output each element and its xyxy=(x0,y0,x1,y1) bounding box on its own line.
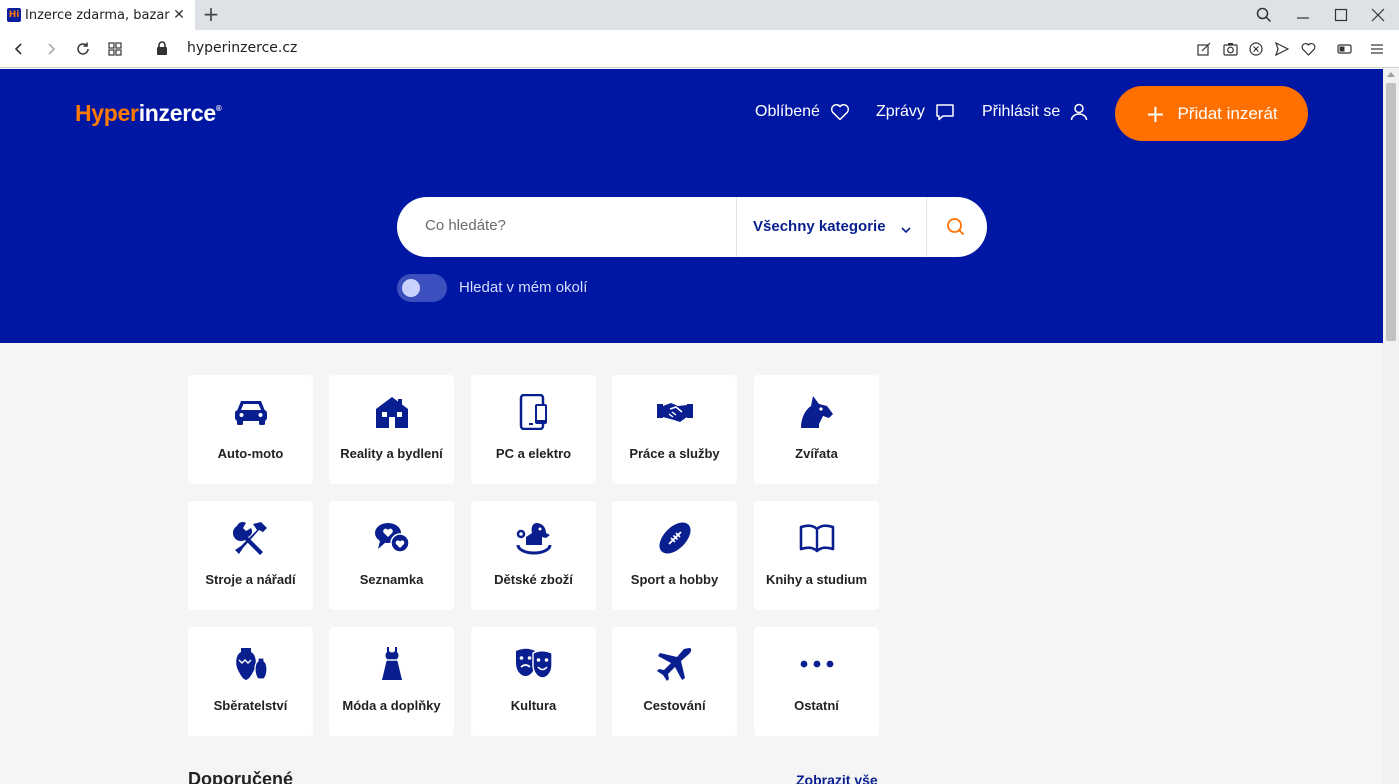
section-title: Doporučené xyxy=(188,769,294,784)
adblock-icon[interactable] xyxy=(1247,40,1265,58)
page-scrollbar[interactable] xyxy=(1383,69,1399,784)
search-divider xyxy=(926,197,927,257)
reload-icon[interactable] xyxy=(73,39,93,59)
category-tile-prace-sluzby[interactable]: Práce a služby xyxy=(612,375,737,484)
category-label: Sport a hobby xyxy=(630,572,719,587)
category-tile-stroje-naradi[interactable]: Stroje a nářadí xyxy=(188,501,313,610)
category-label: Dětské zboží xyxy=(494,572,573,587)
category-tile-ostatni[interactable]: Ostatní xyxy=(754,627,879,736)
category-label: Cestování xyxy=(643,698,706,713)
browser-tab-bar: Hi Inzerce zdarma, bazar, inzeráty ✕ + xyxy=(0,0,1399,30)
car-icon xyxy=(231,394,271,430)
football-icon xyxy=(655,520,695,556)
minimize-window-icon[interactable] xyxy=(1292,4,1314,26)
favorites-link[interactable]: Oblíbené xyxy=(755,103,850,121)
scroll-thumb[interactable] xyxy=(1386,83,1396,341)
category-tile-kultura[interactable]: Kultura xyxy=(471,627,596,736)
plus-icon: + xyxy=(1145,99,1166,128)
category-label: Móda a doplňky xyxy=(342,698,441,713)
tools-icon xyxy=(231,520,271,556)
new-tab-icon[interactable]: + xyxy=(202,4,220,24)
vases-icon xyxy=(231,646,271,682)
browser-address-bar: hyperinzerce.cz xyxy=(0,30,1399,68)
tablet-icon xyxy=(514,394,554,430)
toggle-knob xyxy=(402,279,420,297)
show-all-link[interactable]: Zobrazit vše xyxy=(796,772,878,784)
chat-bubble-icon xyxy=(935,103,955,121)
close-window-icon[interactable] xyxy=(1367,4,1389,26)
category-label: Reality a bydlení xyxy=(340,446,443,461)
rocking-horse-icon xyxy=(514,520,554,556)
category-tile-sport-hobby[interactable]: Sport a hobby xyxy=(612,501,737,610)
tab-close-icon[interactable]: ✕ xyxy=(171,7,187,23)
hearts-chat-icon xyxy=(372,520,412,556)
handshake-icon xyxy=(655,394,695,430)
category-tile-auto-moto[interactable]: Auto-moto xyxy=(188,375,313,484)
forward-icon[interactable] xyxy=(41,39,61,59)
category-tile-seznamka[interactable]: Seznamka xyxy=(329,501,454,610)
category-tile-reality[interactable]: Reality a bydlení xyxy=(329,375,454,484)
category-select[interactable]: Všechny kategorie xyxy=(753,218,886,235)
search-divider xyxy=(736,197,737,257)
search-tabs-icon[interactable] xyxy=(1253,4,1275,26)
house-icon xyxy=(372,394,412,430)
category-label: Práce a služby xyxy=(629,446,720,461)
edit-snap-icon[interactable] xyxy=(1195,40,1213,58)
dress-icon xyxy=(372,646,412,682)
category-tile-pc-elektro[interactable]: PC a elektro xyxy=(471,375,596,484)
site-favicon-icon: Hi xyxy=(7,8,21,22)
back-icon[interactable] xyxy=(9,39,29,59)
book-icon xyxy=(797,520,837,556)
search-bar: Všechny kategorie xyxy=(397,197,987,257)
browser-tab[interactable]: Hi Inzerce zdarma, bazar, inzeráty ✕ xyxy=(0,0,195,30)
nearby-toggle[interactable] xyxy=(397,274,447,302)
page-viewport: Hyperinzerce® Oblíbené Zprávy Přihlásit … xyxy=(0,69,1383,784)
category-label: Sběratelství xyxy=(213,698,288,713)
category-label: Stroje a nářadí xyxy=(205,572,296,587)
category-tile-cestovani[interactable]: Cestování xyxy=(612,627,737,736)
url-field[interactable]: hyperinzerce.cz xyxy=(187,40,297,56)
category-label: Kultura xyxy=(510,698,557,713)
login-label: Přihlásit se xyxy=(982,103,1061,120)
category-tile-knihy-studium[interactable]: Knihy a studium xyxy=(754,501,879,610)
send-icon[interactable] xyxy=(1273,40,1291,58)
dog-icon xyxy=(797,394,837,430)
battery-icon[interactable] xyxy=(1336,40,1354,58)
messages-link[interactable]: Zprávy xyxy=(876,103,955,121)
add-listing-label: Přidat inzerát xyxy=(1177,103,1278,123)
category-label: Seznamka xyxy=(359,572,424,587)
category-label: PC a elektro xyxy=(495,446,572,461)
category-tile-zvirata[interactable]: Zvířata xyxy=(754,375,879,484)
favorites-label: Oblíbené xyxy=(755,103,820,120)
category-tile-sberatelstvi[interactable]: Sběratelství xyxy=(188,627,313,736)
category-label: Zvířata xyxy=(795,446,838,461)
theater-masks-icon xyxy=(514,646,554,682)
tab-title: Inzerce zdarma, bazar, inzeráty xyxy=(25,7,170,23)
category-label: Auto-moto xyxy=(217,446,284,461)
login-link[interactable]: Přihlásit se xyxy=(982,103,1088,121)
category-label: Knihy a studium xyxy=(765,572,868,587)
bookmark-heart-icon[interactable] xyxy=(1299,40,1317,58)
more-dots-icon xyxy=(797,646,837,682)
user-icon xyxy=(1070,103,1088,121)
category-label: Ostatní xyxy=(794,698,839,713)
messages-label: Zprávy xyxy=(876,103,925,120)
category-tile-detske-zbozi[interactable]: Dětské zboží xyxy=(471,501,596,610)
speed-dial-icon[interactable] xyxy=(105,39,125,59)
airplane-icon xyxy=(655,646,695,682)
add-listing-button[interactable]: + Přidat inzerát xyxy=(1115,86,1308,141)
chevron-down-icon[interactable] xyxy=(900,221,912,239)
nearby-toggle-label: Hledat v mém okolí xyxy=(459,279,588,296)
hero-header: Hyperinzerce® Oblíbené Zprávy Přihlásit … xyxy=(0,69,1383,343)
category-tile-moda-doplnky[interactable]: Móda a doplňky xyxy=(329,627,454,736)
heart-icon xyxy=(830,103,850,121)
menu-icon[interactable] xyxy=(1368,40,1386,58)
search-input[interactable] xyxy=(425,217,725,234)
maximize-window-icon[interactable] xyxy=(1330,4,1352,26)
lock-icon[interactable] xyxy=(156,41,168,60)
site-logo[interactable]: Hyperinzerce® xyxy=(75,100,222,127)
search-icon[interactable] xyxy=(946,217,966,242)
scroll-up-icon[interactable] xyxy=(1387,72,1395,77)
camera-icon[interactable] xyxy=(1221,40,1239,58)
